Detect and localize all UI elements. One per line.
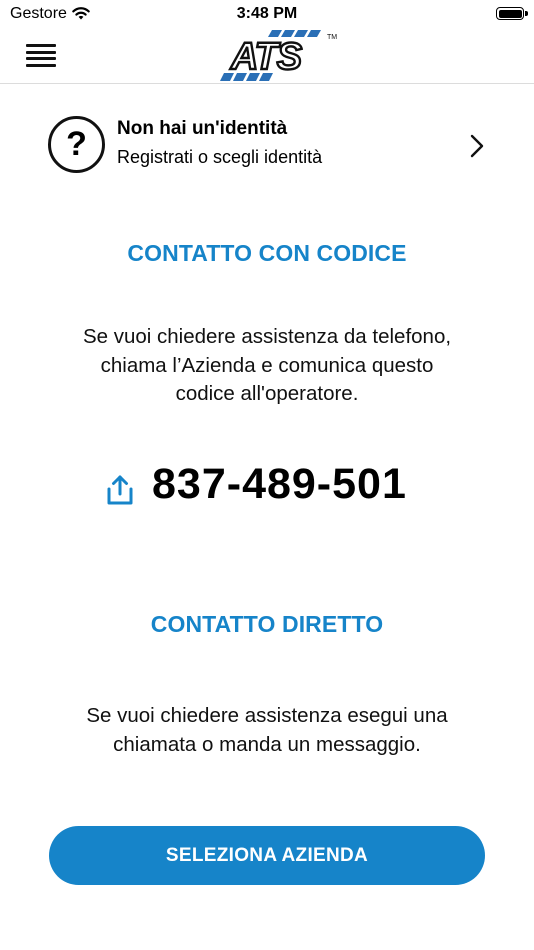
identity-title: Non hai un'identità bbox=[117, 118, 288, 139]
ats-logo: ATS TM bbox=[220, 30, 337, 81]
description-line: chiamata o manda un messaggio. bbox=[113, 732, 421, 756]
description-line: Se vuoi chiedere assistenza da telefono, bbox=[82, 325, 452, 348]
share-icon[interactable] bbox=[106, 474, 134, 506]
svg-text:TM: TM bbox=[327, 34, 337, 41]
battery-icon bbox=[496, 7, 528, 20]
identity-subtitle: Registrati o scegli identità bbox=[117, 147, 323, 167]
select-company-button[interactable]: SELEZIONA AZIENDA bbox=[49, 826, 485, 885]
svg-text:ATS: ATS bbox=[230, 36, 302, 78]
code-contact-description: Se vuoi chiedere assistenza da telefono,… bbox=[30, 323, 504, 409]
question-circle-icon: ? bbox=[48, 116, 105, 173]
direct-contact-title: CONTATTO DIRETTO bbox=[150, 611, 384, 637]
identity-row[interactable]: ? Non hai un'identità Registrati o scegl… bbox=[48, 112, 492, 178]
status-bar: Gestore 3:48 PM bbox=[0, 0, 534, 30]
description-line: chiama l’Azienda e comunica questo bbox=[100, 353, 434, 377]
nav-bar: ATS TM bbox=[0, 30, 534, 84]
chevron-right-icon bbox=[470, 134, 484, 158]
description-line: codice all'operatore. bbox=[175, 382, 359, 405]
description-line: Se vuoi chiedere assistenza esegui una bbox=[86, 704, 448, 727]
hamburger-menu-icon[interactable] bbox=[26, 44, 56, 68]
direct-contact-description: Se vuoi chiedere assistenza esegui una c… bbox=[30, 702, 504, 759]
assistance-code: 837-489-501 bbox=[152, 460, 407, 508]
code-contact-title: CONTATTO CON CODICE bbox=[127, 240, 407, 266]
status-time: 3:48 PM bbox=[236, 5, 298, 22]
code-row: 837-489-501 bbox=[0, 460, 534, 518]
